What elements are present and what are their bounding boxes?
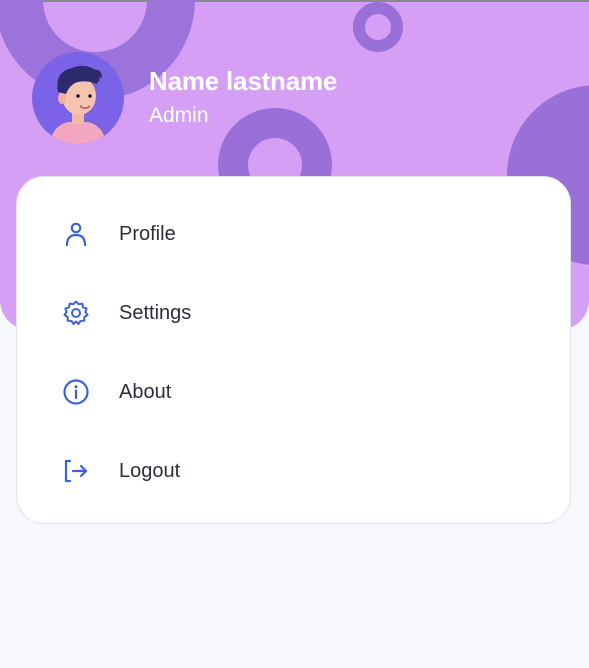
info-icon xyxy=(61,377,91,407)
user-role: Admin xyxy=(149,104,209,127)
user-name: Name lastname xyxy=(149,66,338,96)
gear-icon xyxy=(61,298,91,328)
menu-item-label: About xyxy=(119,380,172,403)
user-icon xyxy=(61,219,91,249)
decorative-ring-small xyxy=(353,2,403,52)
menu-item-about[interactable]: About xyxy=(17,362,570,422)
menu-item-profile[interactable]: Profile xyxy=(17,204,570,264)
menu-item-label: Logout xyxy=(119,459,181,482)
menu-card: Profile Settings About Logout xyxy=(16,176,571,524)
logout-icon xyxy=(61,456,91,486)
menu-item-settings[interactable]: Settings xyxy=(17,283,570,343)
menu-item-label: Settings xyxy=(119,301,192,324)
avatar[interactable] xyxy=(32,52,124,144)
person-avatar-icon xyxy=(50,65,106,144)
menu-item-logout[interactable]: Logout xyxy=(17,441,570,501)
menu-item-label: Profile xyxy=(119,222,176,245)
